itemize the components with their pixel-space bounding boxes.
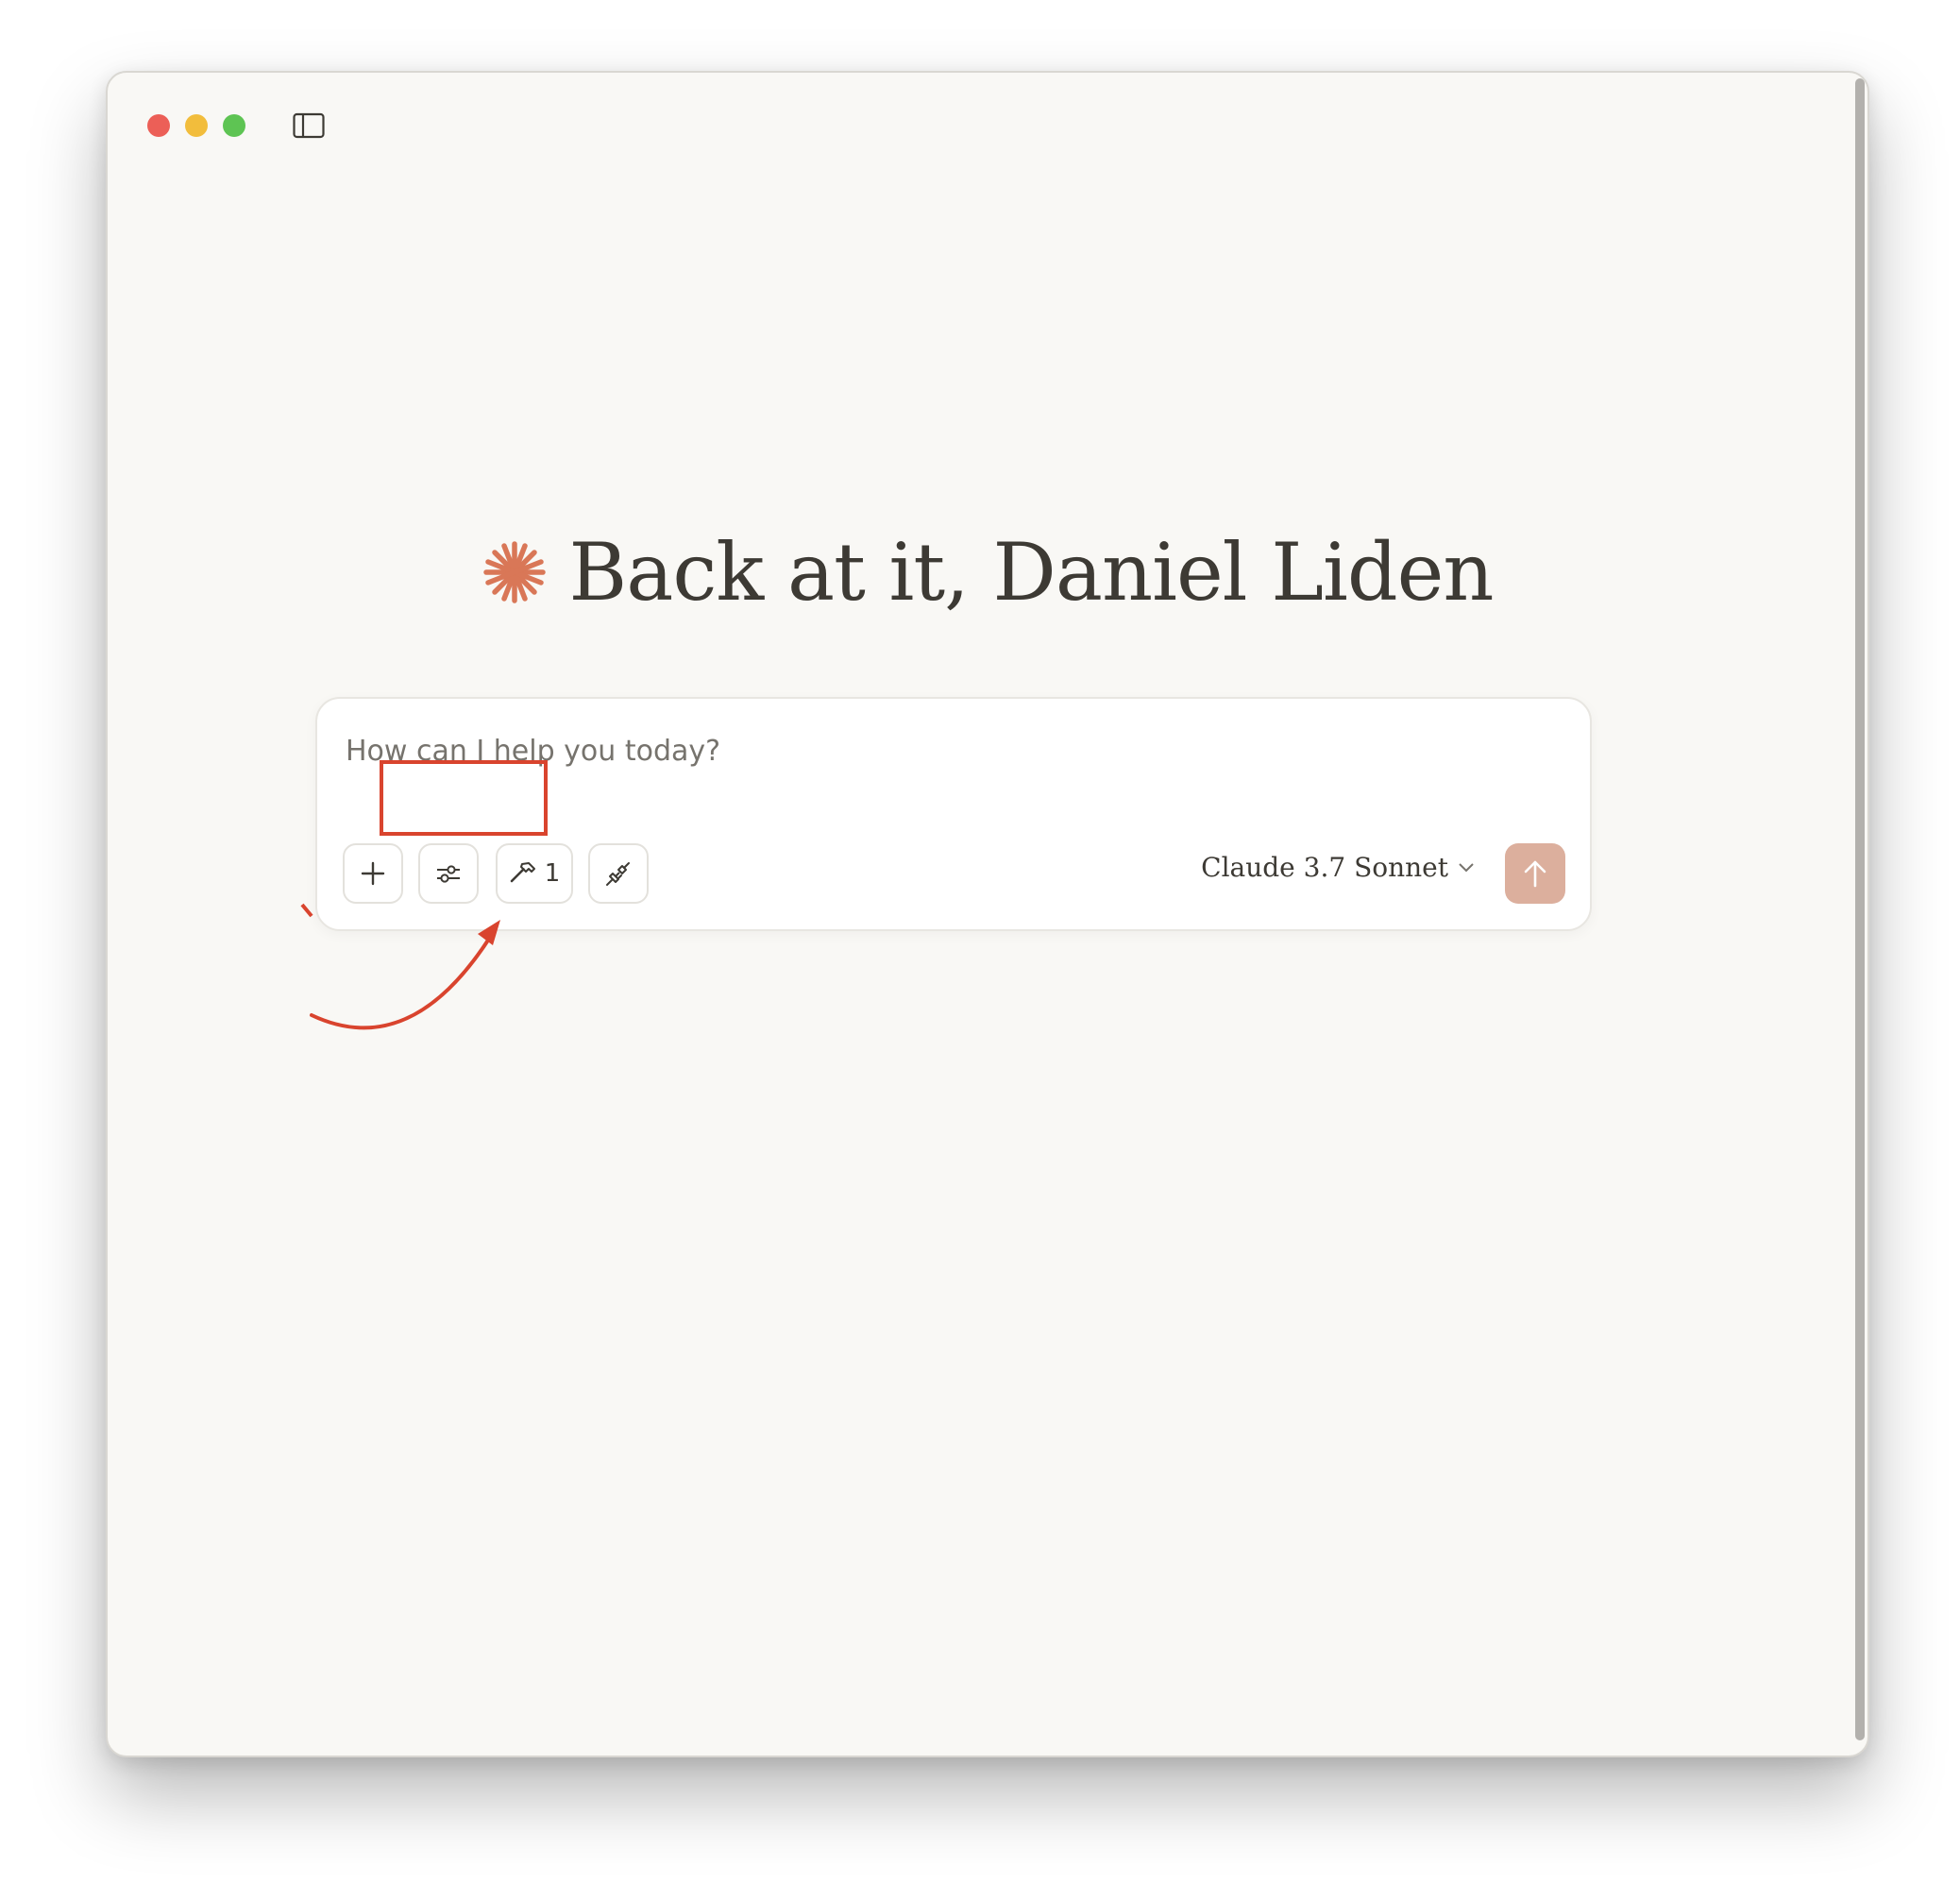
- sliders-icon: [437, 865, 460, 883]
- model-name: Claude 3.7 Sonnet: [1201, 852, 1448, 883]
- sidebar-toggle-button[interactable]: [293, 112, 325, 139]
- scrollbar[interactable]: [1855, 78, 1865, 1740]
- annotation-arrow: [300, 903, 313, 918]
- plug-icon: [606, 862, 630, 886]
- claude-spark-icon: [482, 541, 546, 603]
- zoom-window-button[interactable]: [223, 114, 245, 137]
- sidebar-icon: [293, 112, 325, 139]
- annotation-highlight-box: [380, 760, 548, 836]
- greeting: Back at it, Daniel Liden: [108, 526, 1867, 619]
- tools-button[interactable]: 1: [496, 843, 573, 904]
- model-selector[interactable]: Claude 3.7 Sonnet: [1201, 852, 1475, 883]
- hammer-icon: [510, 862, 535, 883]
- integrations-button[interactable]: [588, 843, 649, 904]
- close-window-button[interactable]: [147, 114, 170, 137]
- minimize-window-button[interactable]: [185, 114, 208, 137]
- greeting-text: Back at it, Daniel Liden: [568, 526, 1495, 619]
- chevron-down-icon: [1459, 862, 1474, 872]
- send-button[interactable]: [1505, 843, 1565, 904]
- window-controls: [147, 114, 245, 137]
- tools-count: 1: [544, 859, 561, 888]
- arrow-up-icon: [1524, 860, 1546, 888]
